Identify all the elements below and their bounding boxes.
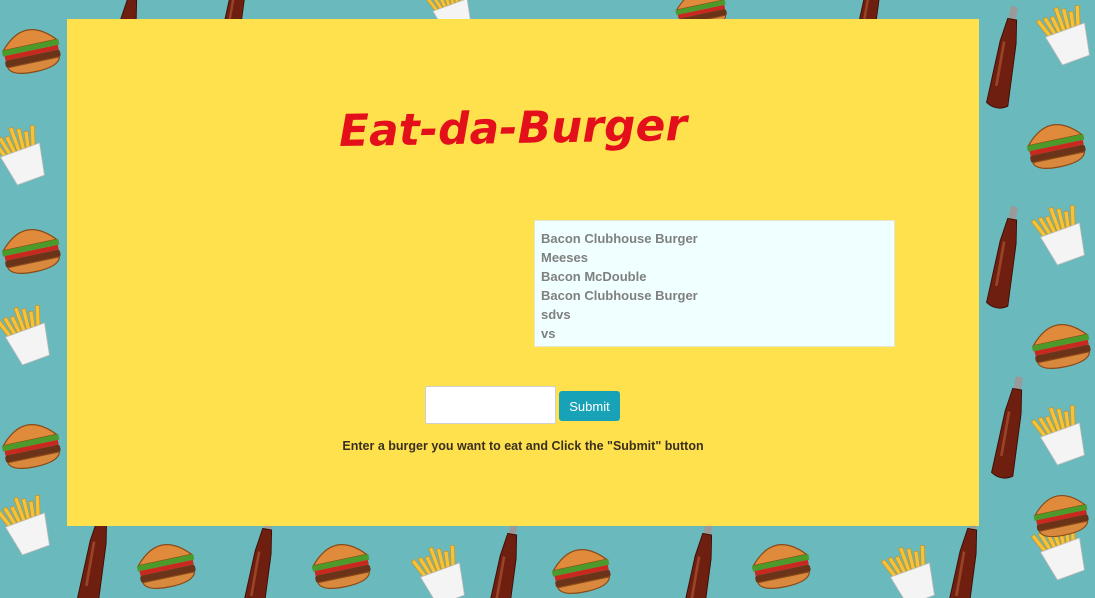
burger-icon xyxy=(751,544,811,589)
soda-bottle-icon xyxy=(241,516,273,598)
fries-icon xyxy=(0,495,50,556)
burger-icon xyxy=(1026,124,1086,169)
burger-icon xyxy=(1,29,61,74)
list-item[interactable]: Bacon McDouble xyxy=(541,267,888,286)
fries-icon xyxy=(0,125,45,186)
burger-input[interactable] xyxy=(425,386,556,424)
submit-button[interactable]: Submit xyxy=(559,391,620,421)
fries-icon xyxy=(1035,5,1090,66)
burger-list: Bacon Clubhouse Burger Meeses Bacon McDo… xyxy=(534,220,895,347)
fries-icon xyxy=(410,545,465,598)
soda-bottle-icon xyxy=(986,206,1018,309)
list-item[interactable]: Bacon Clubhouse Burger xyxy=(541,229,888,248)
fries-icon xyxy=(1030,405,1085,466)
soda-bottle-icon xyxy=(486,521,518,598)
burger-icon xyxy=(1031,324,1091,369)
soda-bottle-icon xyxy=(946,516,978,598)
soda-bottle-icon xyxy=(986,6,1018,109)
fries-icon xyxy=(0,305,50,366)
burger-icon xyxy=(1,424,61,469)
fries-icon xyxy=(1030,205,1085,266)
instructions-text: Enter a burger you want to eat and Click… xyxy=(342,439,704,453)
list-item[interactable]: sdvs xyxy=(541,305,888,324)
list-item[interactable]: Meeses xyxy=(541,248,888,267)
soda-bottle-icon xyxy=(681,521,713,598)
soda-bottle-icon xyxy=(991,376,1023,479)
list-item[interactable]: vs xyxy=(541,324,888,343)
burger-icon xyxy=(551,549,611,594)
burger-icon xyxy=(311,544,371,589)
fries-icon xyxy=(880,545,935,598)
list-item[interactable]: Bacon Clubhouse Burger xyxy=(541,286,888,305)
burger-icon xyxy=(1033,495,1089,538)
burger-icon xyxy=(136,544,196,589)
page-title: Eat-da-Burger xyxy=(338,99,688,158)
burger-icon xyxy=(1,229,61,274)
main-panel: Eat-da-Burger Bacon Clubhouse Burger Mee… xyxy=(67,19,979,526)
